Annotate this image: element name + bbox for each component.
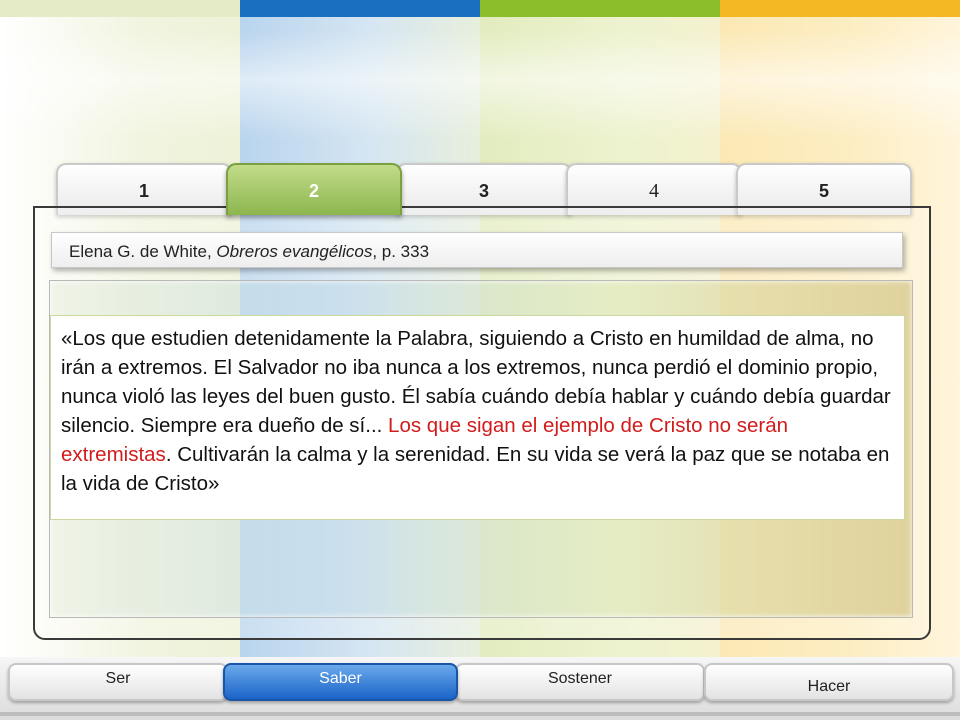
bottom-divider	[0, 712, 960, 716]
background-shine	[0, 30, 960, 140]
citation-author: Elena G. de White,	[69, 242, 217, 261]
nav-label: Ser	[105, 670, 131, 687]
citation-book: Obreros evangélicos	[216, 242, 373, 261]
nav-label: Saber	[319, 670, 362, 687]
nav-label: Hacer	[807, 678, 851, 695]
citation-page: , p. 333	[372, 242, 430, 261]
nav-label: Sostener	[547, 670, 613, 687]
quote-text-end: . Cultivarán la calma y la serenidad. En…	[61, 443, 890, 495]
top-color-bar-3	[480, 0, 720, 17]
tab-label: 5	[818, 181, 829, 201]
tab-label: 2	[308, 181, 319, 201]
tab-label: 4	[649, 180, 659, 202]
tab-label: 1	[138, 181, 149, 201]
top-color-bar-4	[720, 0, 960, 17]
citation-bar: Elena G. de White, Obreros evangélicos, …	[51, 232, 903, 268]
tab-2[interactable]: 2	[226, 163, 402, 215]
tab-label: 3	[478, 181, 489, 201]
top-color-bar-1	[0, 0, 240, 17]
top-color-bar-2	[240, 0, 480, 17]
nav-ser-button[interactable]: Ser	[8, 663, 228, 701]
quote-box: «Los que estudien detenidamente la Palab…	[50, 315, 905, 520]
nav-hacer-button[interactable]: Hacer	[704, 663, 954, 701]
nav-sostener-button[interactable]: Sostener	[455, 663, 705, 701]
nav-saber-button[interactable]: Saber	[223, 663, 458, 701]
